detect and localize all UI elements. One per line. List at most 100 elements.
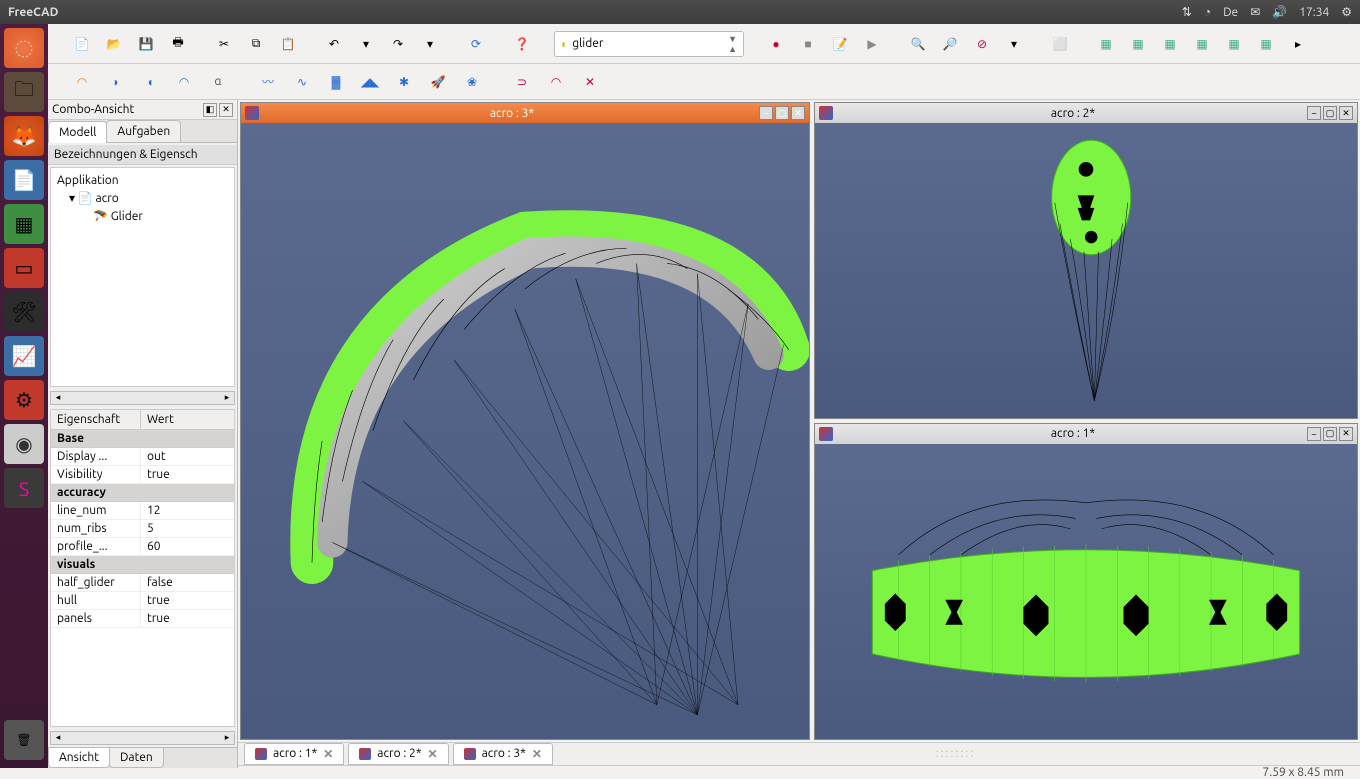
whats-this-button[interactable]: ❓ [508, 30, 536, 58]
3d-viewport[interactable] [815, 444, 1357, 739]
copy-button[interactable]: ⧉ [242, 30, 270, 58]
view-titlebar[interactable]: acro : 3* – ▢ ✕ [241, 103, 809, 123]
view-min-button[interactable]: – [1307, 106, 1321, 120]
tab-model[interactable]: Modell [48, 121, 107, 143]
launcher-files[interactable]: 🗀 [4, 72, 44, 112]
doc-tab[interactable]: acro : 3* ✕ [453, 743, 553, 765]
tab-view[interactable]: Ansicht [48, 748, 110, 768]
tool-alpha[interactable]: α [204, 68, 232, 96]
view-min-button[interactable]: – [759, 106, 773, 120]
3d-viewport[interactable] [815, 123, 1357, 418]
tree-glider-obj[interactable]: 🪂 Glider [57, 207, 228, 225]
tool-cross[interactable]: ✕ [576, 68, 604, 96]
view-titlebar[interactable]: acro : 2* – ▢ ✕ [815, 103, 1357, 123]
doc-tab[interactable]: acro : 1* ✕ [244, 743, 344, 765]
prop-row[interactable]: panelstrue [51, 610, 234, 628]
launcher-trash[interactable]: 🗑 [4, 720, 44, 760]
view-more-button[interactable]: ▸ [1284, 30, 1312, 58]
paste-button[interactable]: 📋 [274, 30, 302, 58]
redo-dropdown[interactable]: ▾ [416, 30, 444, 58]
tree-scrollbar[interactable]: ◂▸ [50, 391, 235, 405]
panel-float-button[interactable]: ◧ [203, 103, 217, 117]
tool-cells[interactable]: ▓ [322, 68, 350, 96]
close-icon[interactable]: ✕ [532, 747, 542, 761]
launcher-matlab[interactable]: 📈 [4, 336, 44, 376]
mail-icon[interactable]: ✉ [1250, 5, 1260, 19]
close-icon[interactable]: ✕ [323, 747, 333, 761]
clock[interactable]: 17:34 [1299, 6, 1329, 19]
launcher-firefox[interactable]: 🦊 [4, 116, 44, 156]
launcher-dash[interactable]: ◌ [4, 28, 44, 68]
launcher-sublime[interactable]: S [4, 468, 44, 508]
zoom-fit-button[interactable]: 🔍 [904, 30, 932, 58]
prop-row[interactable]: profile_...60 [51, 538, 234, 556]
undo-dropdown[interactable]: ▾ [352, 30, 380, 58]
tool-arc-orange[interactable]: ◠ [68, 68, 96, 96]
draw-style-dropdown[interactable]: ▾ [1000, 30, 1028, 58]
macro-record-button[interactable]: ● [762, 30, 790, 58]
prop-row[interactable]: Visibilitytrue [51, 466, 234, 484]
keyboard-layout[interactable]: De [1223, 6, 1238, 19]
launcher-writer[interactable]: 📄 [4, 160, 44, 200]
tool-ribbon[interactable]: ∿ [288, 68, 316, 96]
prop-row[interactable]: hulltrue [51, 592, 234, 610]
tree-app-root[interactable]: Applikation [57, 172, 228, 189]
macro-stop-button[interactable]: ■ [794, 30, 822, 58]
launcher-calc[interactable]: ▦ [4, 204, 44, 244]
launcher-disc[interactable]: ◉ [4, 424, 44, 464]
refresh-button[interactable]: ⟳ [462, 30, 490, 58]
document-tree[interactable]: Applikation ▾ 📄 acro 🪂 Glider [50, 167, 235, 387]
macro-play-button[interactable]: ▶ [858, 30, 886, 58]
tool-leaf[interactable]: ❀ [458, 68, 486, 96]
workbench-selector[interactable]: ◐ glider ▼▲ [554, 31, 744, 57]
view-front-button[interactable]: ▦ [1092, 30, 1120, 58]
new-doc-button[interactable]: 📄 [68, 30, 96, 58]
view-max-button[interactable]: ▢ [775, 106, 789, 120]
tree-doc[interactable]: ▾ 📄 acro [57, 189, 228, 207]
view-right-button[interactable]: ▦ [1156, 30, 1184, 58]
view-bottom-button[interactable]: ▦ [1220, 30, 1248, 58]
open-doc-button[interactable]: 📂 [100, 30, 128, 58]
print-button[interactable]: 🖶 [164, 30, 192, 58]
power-icon[interactable]: ⚙ [1341, 5, 1352, 19]
vpn-icon[interactable]: ⇅ [1182, 5, 1192, 19]
close-icon[interactable]: ✕ [428, 747, 438, 761]
view-iso-button[interactable]: ⬜ [1046, 30, 1074, 58]
tool-arc-blue[interactable]: ◠ [170, 68, 198, 96]
3d-viewport[interactable] [241, 123, 809, 739]
tool-shape-fill[interactable]: ◖ [136, 68, 164, 96]
tab-data[interactable]: Daten [109, 748, 164, 768]
prop-row[interactable]: num_ribs5 [51, 520, 234, 538]
view-rear-button[interactable]: ▦ [1188, 30, 1216, 58]
tab-tasks[interactable]: Aufgaben [106, 120, 181, 142]
view-top-button[interactable]: ▦ [1124, 30, 1152, 58]
tool-wing[interactable]: ◢◣ [356, 68, 384, 96]
cut-button[interactable]: ✂ [210, 30, 238, 58]
tool-magnet[interactable]: ⊃ [508, 68, 536, 96]
undo-button[interactable]: ↶ [320, 30, 348, 58]
prop-scrollbar[interactable]: ◂▸ [50, 731, 235, 745]
save-doc-button[interactable]: 💾 [132, 30, 160, 58]
redo-button[interactable]: ↷ [384, 30, 412, 58]
panel-close-button[interactable]: ✕ [219, 103, 233, 117]
wifi-icon[interactable]: ◔ [1204, 5, 1211, 19]
view-close-button[interactable]: ✕ [791, 106, 805, 120]
tool-shape-blue[interactable]: ◗ [102, 68, 130, 96]
view-titlebar[interactable]: acro : 1* – ▢ ✕ [815, 424, 1357, 444]
prop-row[interactable]: Display ...out [51, 448, 234, 466]
doc-tab[interactable]: acro : 2* ✕ [348, 743, 448, 765]
tool-curve-red[interactable]: ◠ [542, 68, 570, 96]
tool-wave[interactable]: 〰 [254, 68, 282, 96]
prop-row[interactable]: half_gliderfalse [51, 574, 234, 592]
view-min-button[interactable]: – [1307, 427, 1321, 441]
draw-style-button[interactable]: ⊘ [968, 30, 996, 58]
launcher-settings[interactable]: 🛠 [4, 292, 44, 332]
view-left-button[interactable]: ▦ [1252, 30, 1280, 58]
view-max-button[interactable]: ▢ [1323, 106, 1337, 120]
view-close-button[interactable]: ✕ [1339, 427, 1353, 441]
zoom-selection-button[interactable]: 🔎 [936, 30, 964, 58]
macro-edit-button[interactable]: 📝 [826, 30, 854, 58]
volume-icon[interactable]: 🔊 [1272, 5, 1287, 19]
prop-row[interactable]: line_num12 [51, 502, 234, 520]
tool-rocket[interactable]: 🚀 [424, 68, 452, 96]
